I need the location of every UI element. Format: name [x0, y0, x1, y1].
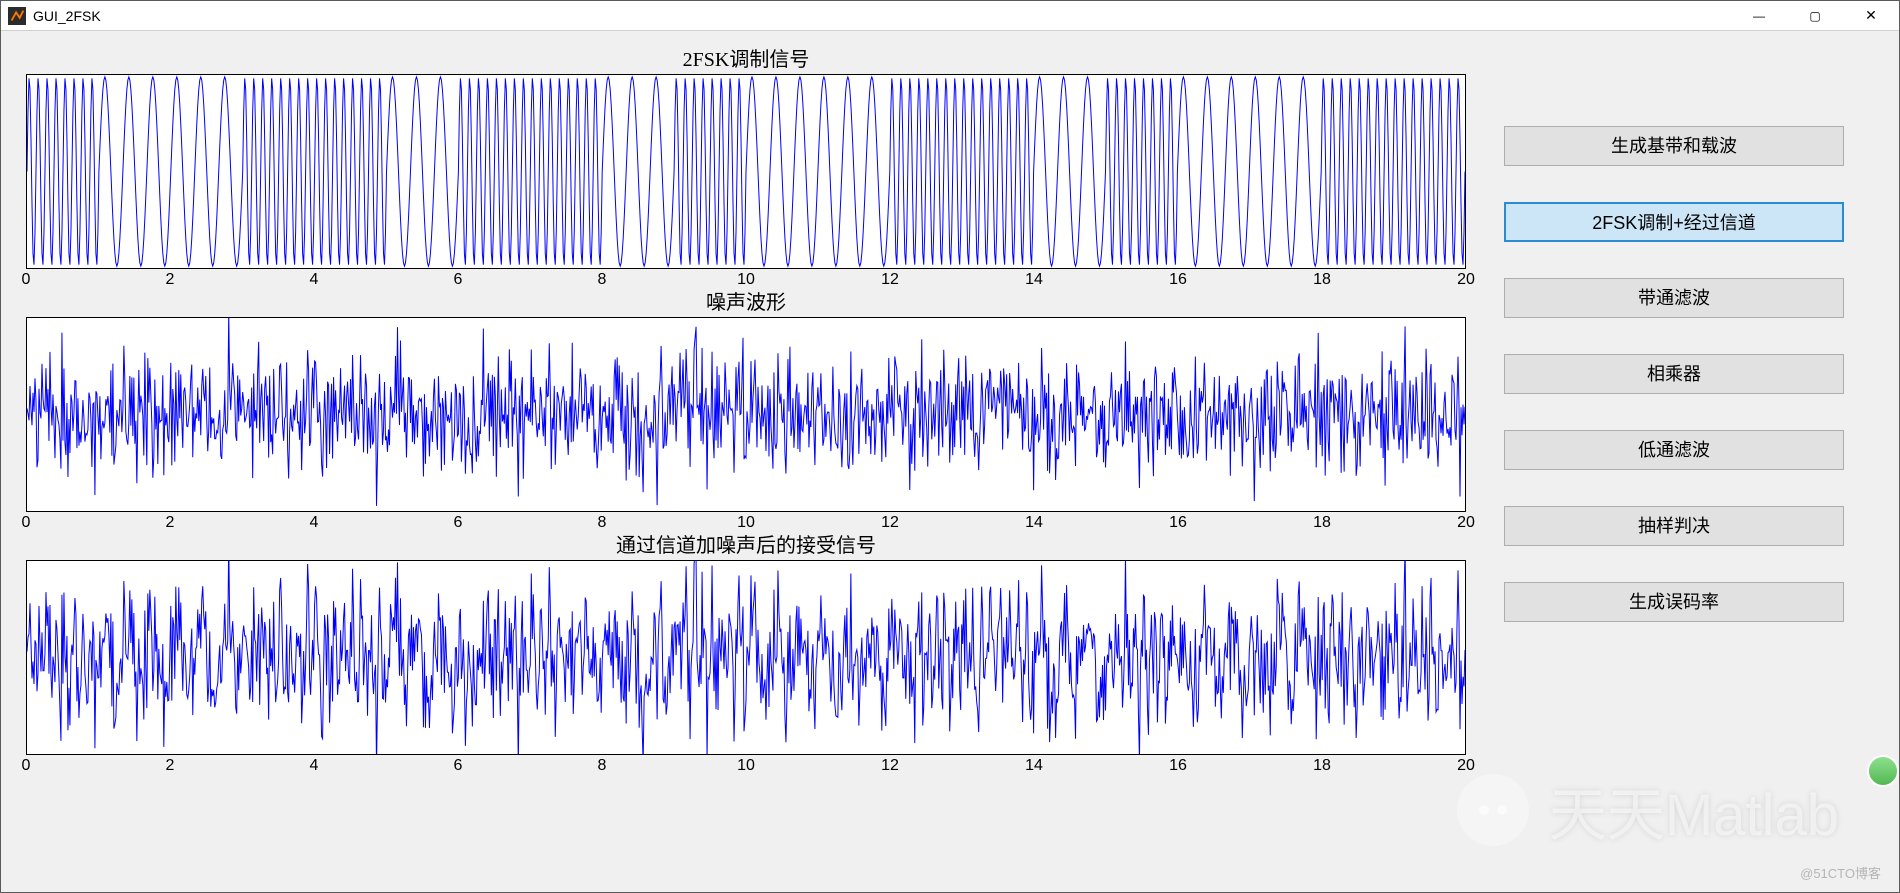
close-button[interactable]: ✕ [1843, 1, 1899, 31]
xtick-label: 8 [598, 757, 607, 775]
lowpass-button[interactable]: 低通滤波 [1504, 430, 1844, 470]
matlab-icon [7, 6, 27, 26]
titlebar: GUI_2FSK — ▢ ✕ [1, 1, 1899, 31]
multiplier-button[interactable]: 相乘器 [1504, 354, 1844, 394]
plot-title: 通过信道加噪声后的接受信号 [26, 529, 1466, 558]
xtick-label: 10 [737, 757, 755, 775]
bandpass-button[interactable]: 带通滤波 [1504, 278, 1844, 318]
plot-noise: 噪声波形 02468101214161820 [1, 286, 1481, 529]
xtick-label: 20 [1457, 757, 1475, 775]
sample-decide-button[interactable]: 抽样判决 [1504, 506, 1844, 546]
button-panel: 生成基带和载波 2FSK调制+经过信道带通滤波相乘器低通滤波抽样判决生成误码率 [1504, 126, 1844, 622]
watermark: 天天Matlab [1457, 768, 1839, 852]
ber-button[interactable]: 生成误码率 [1504, 582, 1844, 622]
xtick-label: 12 [881, 757, 899, 775]
watermark-text: 天天Matlab [1549, 768, 1839, 852]
plots-panel: 2FSK调制信号 02468101214161820 噪声波形 02468101… [1, 43, 1481, 772]
maximize-button[interactable]: ▢ [1787, 1, 1843, 31]
plot-rx: 通过信道加噪声后的接受信号 0 2 4 6 8 10 12 14 16 18 20 [1, 529, 1481, 772]
app-window: GUI_2FSK — ▢ ✕ 2FSK调制信号 0246810121416182… [0, 0, 1900, 893]
xtick-label: 6 [454, 757, 463, 775]
xticks: 02468101214161820 [26, 755, 1466, 777]
window-title: GUI_2FSK [33, 8, 101, 24]
axes-rx[interactable] [26, 560, 1466, 755]
wechat-icon [1457, 774, 1529, 846]
axes-noise[interactable] [26, 317, 1466, 512]
xtick-label: 14 [1025, 757, 1043, 775]
xtick-label: 0 [22, 757, 31, 775]
plot-fsk: 2FSK调制信号 02468101214161820 [1, 43, 1481, 286]
gen-baseband-button[interactable]: 生成基带和载波 [1504, 126, 1844, 166]
xtick-label: 2 [166, 757, 175, 775]
minimize-button[interactable]: — [1731, 1, 1787, 31]
axes-fsk[interactable] [26, 74, 1466, 269]
client-area: 2FSK调制信号 02468101214161820 噪声波形 02468101… [1, 31, 1899, 892]
plot-title: 噪声波形 [26, 286, 1466, 315]
xtick-label: 18 [1313, 757, 1331, 775]
xtick-label: 16 [1169, 757, 1187, 775]
fsk-channel-button[interactable]: 2FSK调制+经过信道 [1504, 202, 1844, 242]
xtick-label: 4 [310, 757, 319, 775]
badge-icon [1867, 755, 1899, 787]
plot-title: 2FSK调制信号 [26, 43, 1466, 72]
footer-watermark: @51CTO博客 [1800, 863, 1881, 882]
